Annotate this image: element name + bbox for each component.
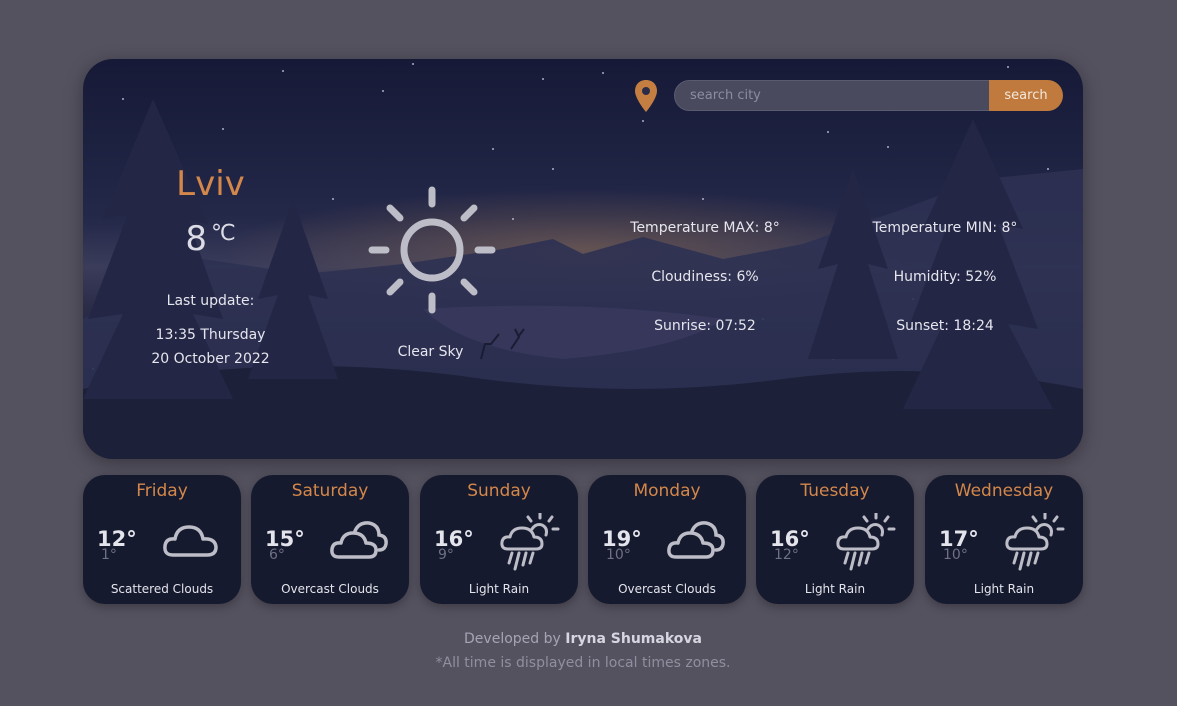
forecast-description: Overcast Clouds <box>618 582 716 596</box>
forecast-description: Scattered Clouds <box>110 582 214 596</box>
temperature-unit: ℃ <box>210 221 236 246</box>
forecast-low: 6° <box>269 547 285 563</box>
clouds-icon <box>667 521 725 559</box>
last-update-time: 13:35 Thursday <box>155 327 266 343</box>
forecast-day: Friday <box>136 481 188 501</box>
forecast-low: 9° <box>438 547 454 563</box>
sun-rain-icon <box>836 513 896 571</box>
sunset: Sunset: 18:24 <box>896 318 994 334</box>
footer-developed-by: Developed by <box>464 631 561 647</box>
sunrise: Sunrise: 07:52 <box>654 318 756 334</box>
forecast-description: Light Rain <box>973 582 1035 596</box>
forecast-card-saturday: Saturday 15° 6° Overcast Clouds <box>251 475 409 604</box>
forecast-day: Tuesday <box>800 481 870 501</box>
weather-condition: Clear Sky <box>397 344 464 360</box>
temp-min: Temperature MIN: 8° <box>872 220 1018 236</box>
cloudiness: Cloudiness: 6% <box>651 269 759 285</box>
footer-author: Iryna Shumakova <box>565 631 702 647</box>
forecast-description: Overcast Clouds <box>281 582 379 596</box>
sun-rain-icon <box>1005 513 1065 571</box>
night-landscape-background <box>83 63 1083 459</box>
forecast-low: 12° <box>774 547 799 563</box>
search-bar: search <box>633 79 1063 113</box>
forecast-description: Light Rain <box>468 582 530 596</box>
search-input[interactable] <box>674 80 990 111</box>
forecast-day: Wednesday <box>954 481 1054 501</box>
last-update-date: 20 October 2022 <box>151 351 270 367</box>
cloud-icon <box>163 525 218 557</box>
forecast-low: 10° <box>943 547 968 563</box>
temp-max: Temperature MAX: 8° <box>630 220 780 236</box>
forecast-day: Monday <box>633 481 701 501</box>
sun-icon <box>368 186 496 314</box>
forecast-card-wednesday: Wednesday 17° 10° Light Rain <box>925 475 1083 604</box>
forecast-card-tuesday: Tuesday 16° 12° Light Rain <box>756 475 914 604</box>
forecast-low: 10° <box>606 547 631 563</box>
temperature-value: 8 <box>185 219 207 259</box>
city-name: Lviv <box>176 164 245 204</box>
last-update-label: Last update: <box>166 293 255 309</box>
sun-rain-icon <box>500 513 560 571</box>
footer-note: *All time is displayed in local times zo… <box>435 655 731 671</box>
forecast-description: Light Rain <box>804 582 866 596</box>
forecast-card-friday: Friday 12° 1° Scattered Clouds <box>83 475 241 604</box>
search-button[interactable]: search <box>989 80 1063 111</box>
current-weather-panel: search Lviv 8℃ Last update: 13:35 Thursd… <box>83 59 1083 459</box>
forecast-card-monday: Monday 19° 10° Overcast Clouds <box>588 475 746 604</box>
footer-credit: Developed by Iryna Shumakova <box>0 631 1166 647</box>
current-temperature: 8 ℃ <box>113 219 308 259</box>
location-pin-icon[interactable] <box>633 79 659 113</box>
forecast-day: Sunday <box>467 481 531 501</box>
forecast-low: 1° <box>101 547 117 563</box>
forecast-card-sunday: Sunday 16° 9° Light Rain <box>420 475 578 604</box>
humidity: Humidity: 52% <box>893 269 997 285</box>
forecast-day: Saturday <box>291 481 369 501</box>
clouds-icon <box>330 521 388 559</box>
